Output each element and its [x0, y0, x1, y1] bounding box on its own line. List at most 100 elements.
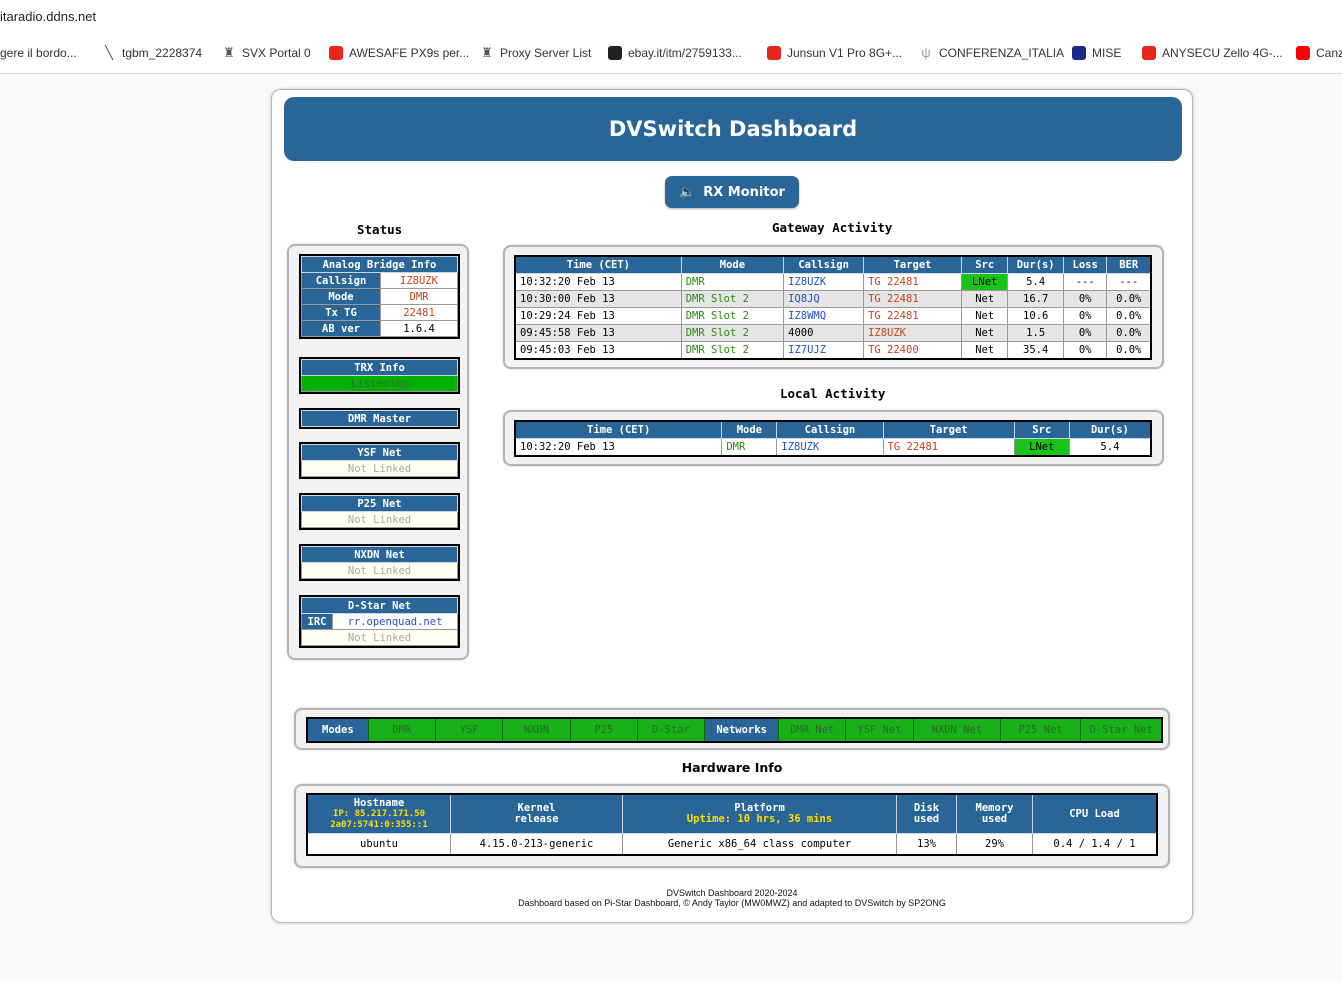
bookmark-item[interactable]: MISE: [1072, 46, 1121, 60]
bookmark-item[interactable]: ╲ tgbm_2228374: [102, 46, 202, 61]
col-dur: Dur(s): [1007, 255, 1064, 274]
cell-ber: 0.0%: [1106, 341, 1152, 360]
local-panel: Time (CET) Mode Callsign Target Src Dur(…: [503, 410, 1164, 466]
bookmark-item[interactable]: AWESAFE PX9s per...: [329, 46, 469, 60]
rx-monitor-button[interactable]: 🔈 RX Monitor: [665, 176, 799, 208]
cell-time: 10:30:00 Feb 13: [514, 290, 682, 308]
gateway-title: Gateway Activity: [772, 220, 893, 235]
mise-icon: [1072, 46, 1086, 60]
cell-callsign[interactable]: IQ8JQ: [783, 290, 865, 308]
cell-ber: ---: [1106, 273, 1152, 291]
ysf-state: Not Linked: [301, 460, 458, 477]
p25-net: P25 Net Not Linked: [299, 493, 460, 530]
cell-callsign[interactable]: IZ8UZK: [783, 273, 865, 291]
mode-p25: P25: [570, 719, 638, 741]
bookmark-item[interactable]: ♜ SVX Portal 0: [222, 46, 311, 61]
bookmark-item[interactable]: Canz: [1296, 46, 1342, 60]
bookmark-item[interactable]: gere il bordo...: [0, 46, 77, 60]
cell-src: Net: [961, 290, 1009, 308]
cell-src: LNet: [1013, 438, 1070, 457]
gateway-panel: Time (CET) Mode Callsign Target Src Dur(…: [503, 245, 1164, 369]
trx-state: Listening: [301, 375, 458, 392]
cell-callsign[interactable]: IZ8UZK: [776, 438, 884, 457]
table-row: ubuntu 4.15.0-213-generic Generic x86_64…: [306, 833, 1158, 856]
cell-loss: ---: [1062, 273, 1108, 291]
cell-target: TG 22481: [863, 307, 963, 325]
cell-mode: DMR Slot 2: [680, 307, 785, 325]
cell-src: Net: [961, 341, 1009, 360]
p25-heading: P25 Net: [301, 495, 458, 512]
col-ber: BER: [1106, 255, 1152, 274]
speaker-icon: 🔈: [679, 184, 696, 200]
cell-src: Net: [961, 307, 1009, 325]
ipv6-address: 2a07:5741:0:355::1: [330, 819, 428, 830]
bookmark-item[interactable]: ANYSECU Zello 4G-...: [1142, 46, 1283, 60]
dstar-net: D-Star Net IRC rr.openquad.net Not Linked: [299, 595, 460, 648]
ab-tx-tg: 22481: [380, 304, 458, 321]
local-title: Local Activity: [780, 386, 886, 401]
cell-target: TG 22481: [863, 273, 963, 291]
nxdn-net: NXDN Net Not Linked: [299, 544, 460, 581]
table-row: 09:45:03 Feb 13 DMR Slot 2 IZ7UJZ TG 224…: [514, 341, 1152, 360]
mode-dstar: D-Star: [637, 719, 706, 741]
bookmark-item[interactable]: ψ CONFERENZA_ITALIA: [919, 46, 1064, 61]
col-kernel: Kernel release: [450, 793, 623, 834]
cell-time: 09:45:58 Feb 13: [514, 324, 682, 342]
col-callsign: Callsign: [783, 255, 865, 274]
ab-key: AB ver: [301, 320, 381, 337]
dashboard-container: DVSwitch Dashboard 🔈 RX Monitor Status A…: [271, 89, 1193, 923]
dstar-heading: D-Star Net: [301, 597, 458, 614]
modes-panel: Modes DMR YSF NXDN P25 D-Star Networks D…: [294, 708, 1170, 750]
hardware-table: Hostname IP: 85.217.171.50 2a07:5741:0:3…: [306, 793, 1158, 856]
hardware-panel: Hostname IP: 85.217.171.50 2a07:5741:0:3…: [294, 784, 1170, 868]
table-row: 10:32:20 Feb 13 DMR IZ8UZK TG 22481 LNet…: [514, 273, 1152, 291]
networks-label: Networks: [705, 719, 780, 741]
bookmark-item[interactable]: ♜ Proxy Server List: [480, 46, 591, 61]
net-p25: P25 Net: [1000, 719, 1082, 741]
aliexpress-icon: [329, 46, 343, 60]
cell-loss: 0%: [1062, 290, 1108, 308]
uptime: Uptime: 10 hrs, 36 mins: [686, 813, 833, 825]
ysf-heading: YSF Net: [301, 444, 458, 461]
analog-bridge-heading: Analog Bridge Info: [301, 256, 458, 273]
cell-mode: DMR: [680, 273, 785, 291]
cell-hostname: ubuntu: [306, 833, 451, 856]
address-bar[interactable]: itaradio.ddns.net: [0, 0, 1342, 34]
cell-dur: 35.4: [1007, 341, 1064, 360]
bookmark-item[interactable]: Junsun V1 Pro 8G+...: [767, 46, 902, 60]
ab-mode: DMR: [380, 288, 458, 305]
cell-callsign[interactable]: IZ8WMQ: [783, 307, 865, 325]
mode-ysf: YSF: [435, 719, 504, 741]
table-row: 10:30:00 Feb 13 DMR Slot 2 IQ8JQ TG 2248…: [514, 290, 1152, 308]
cell-time: 10:29:24 Feb 13: [514, 307, 682, 325]
net-dstar: D-Star Net: [1081, 719, 1161, 741]
aliexpress-icon: [1142, 46, 1156, 60]
dmr-master: DMR Master: [299, 408, 460, 429]
ysf-net: YSF Net Not Linked: [299, 442, 460, 479]
analog-bridge-info: Analog Bridge Info Callsign IZ8UZK Mode DM…: [299, 254, 460, 339]
cell-target: IZ8UZK: [863, 324, 963, 342]
mode-dmr: DMR: [368, 719, 436, 741]
col-loss: Loss: [1062, 255, 1108, 274]
irc-server: rr.openquad.net: [332, 613, 458, 630]
footer-line1: DVSwitch Dashboard 2020-2024: [666, 888, 798, 898]
cell-cpu: 0.4 / 1.4 / 1: [1032, 833, 1158, 856]
cell-dur: 16.7: [1007, 290, 1064, 308]
ab-key: Mode: [301, 288, 381, 305]
net-ysf: YSF Net: [846, 719, 914, 741]
ab-version: 1.6.4: [380, 320, 458, 337]
page-title: DVSwitch Dashboard: [284, 97, 1182, 161]
cell-callsign[interactable]: IZ7UJZ: [783, 341, 865, 360]
bookmark-item[interactable]: ebay.it/itm/2759133...: [608, 46, 742, 60]
cell-loss: 0%: [1062, 324, 1108, 342]
dstar-state: Not Linked: [301, 629, 458, 646]
trx-heading: TRX Info: [301, 359, 458, 376]
table-row: 09:45:58 Feb 13 DMR Slot 2 4000 IZ8UZK N…: [514, 324, 1152, 342]
col-memory: Memory used: [956, 793, 1033, 834]
cell-target: TG 22481: [882, 438, 1015, 457]
cell-ber: 0.0%: [1106, 324, 1152, 342]
url-text[interactable]: itaradio.ddns.net: [0, 9, 96, 24]
net-nxdn: NXDN Net: [913, 719, 1001, 741]
bookmarks-bar: gere il bordo... ╲ tgbm_2228374 ♜ SVX Port…: [0, 34, 1342, 74]
irc-label: IRC: [301, 613, 333, 630]
